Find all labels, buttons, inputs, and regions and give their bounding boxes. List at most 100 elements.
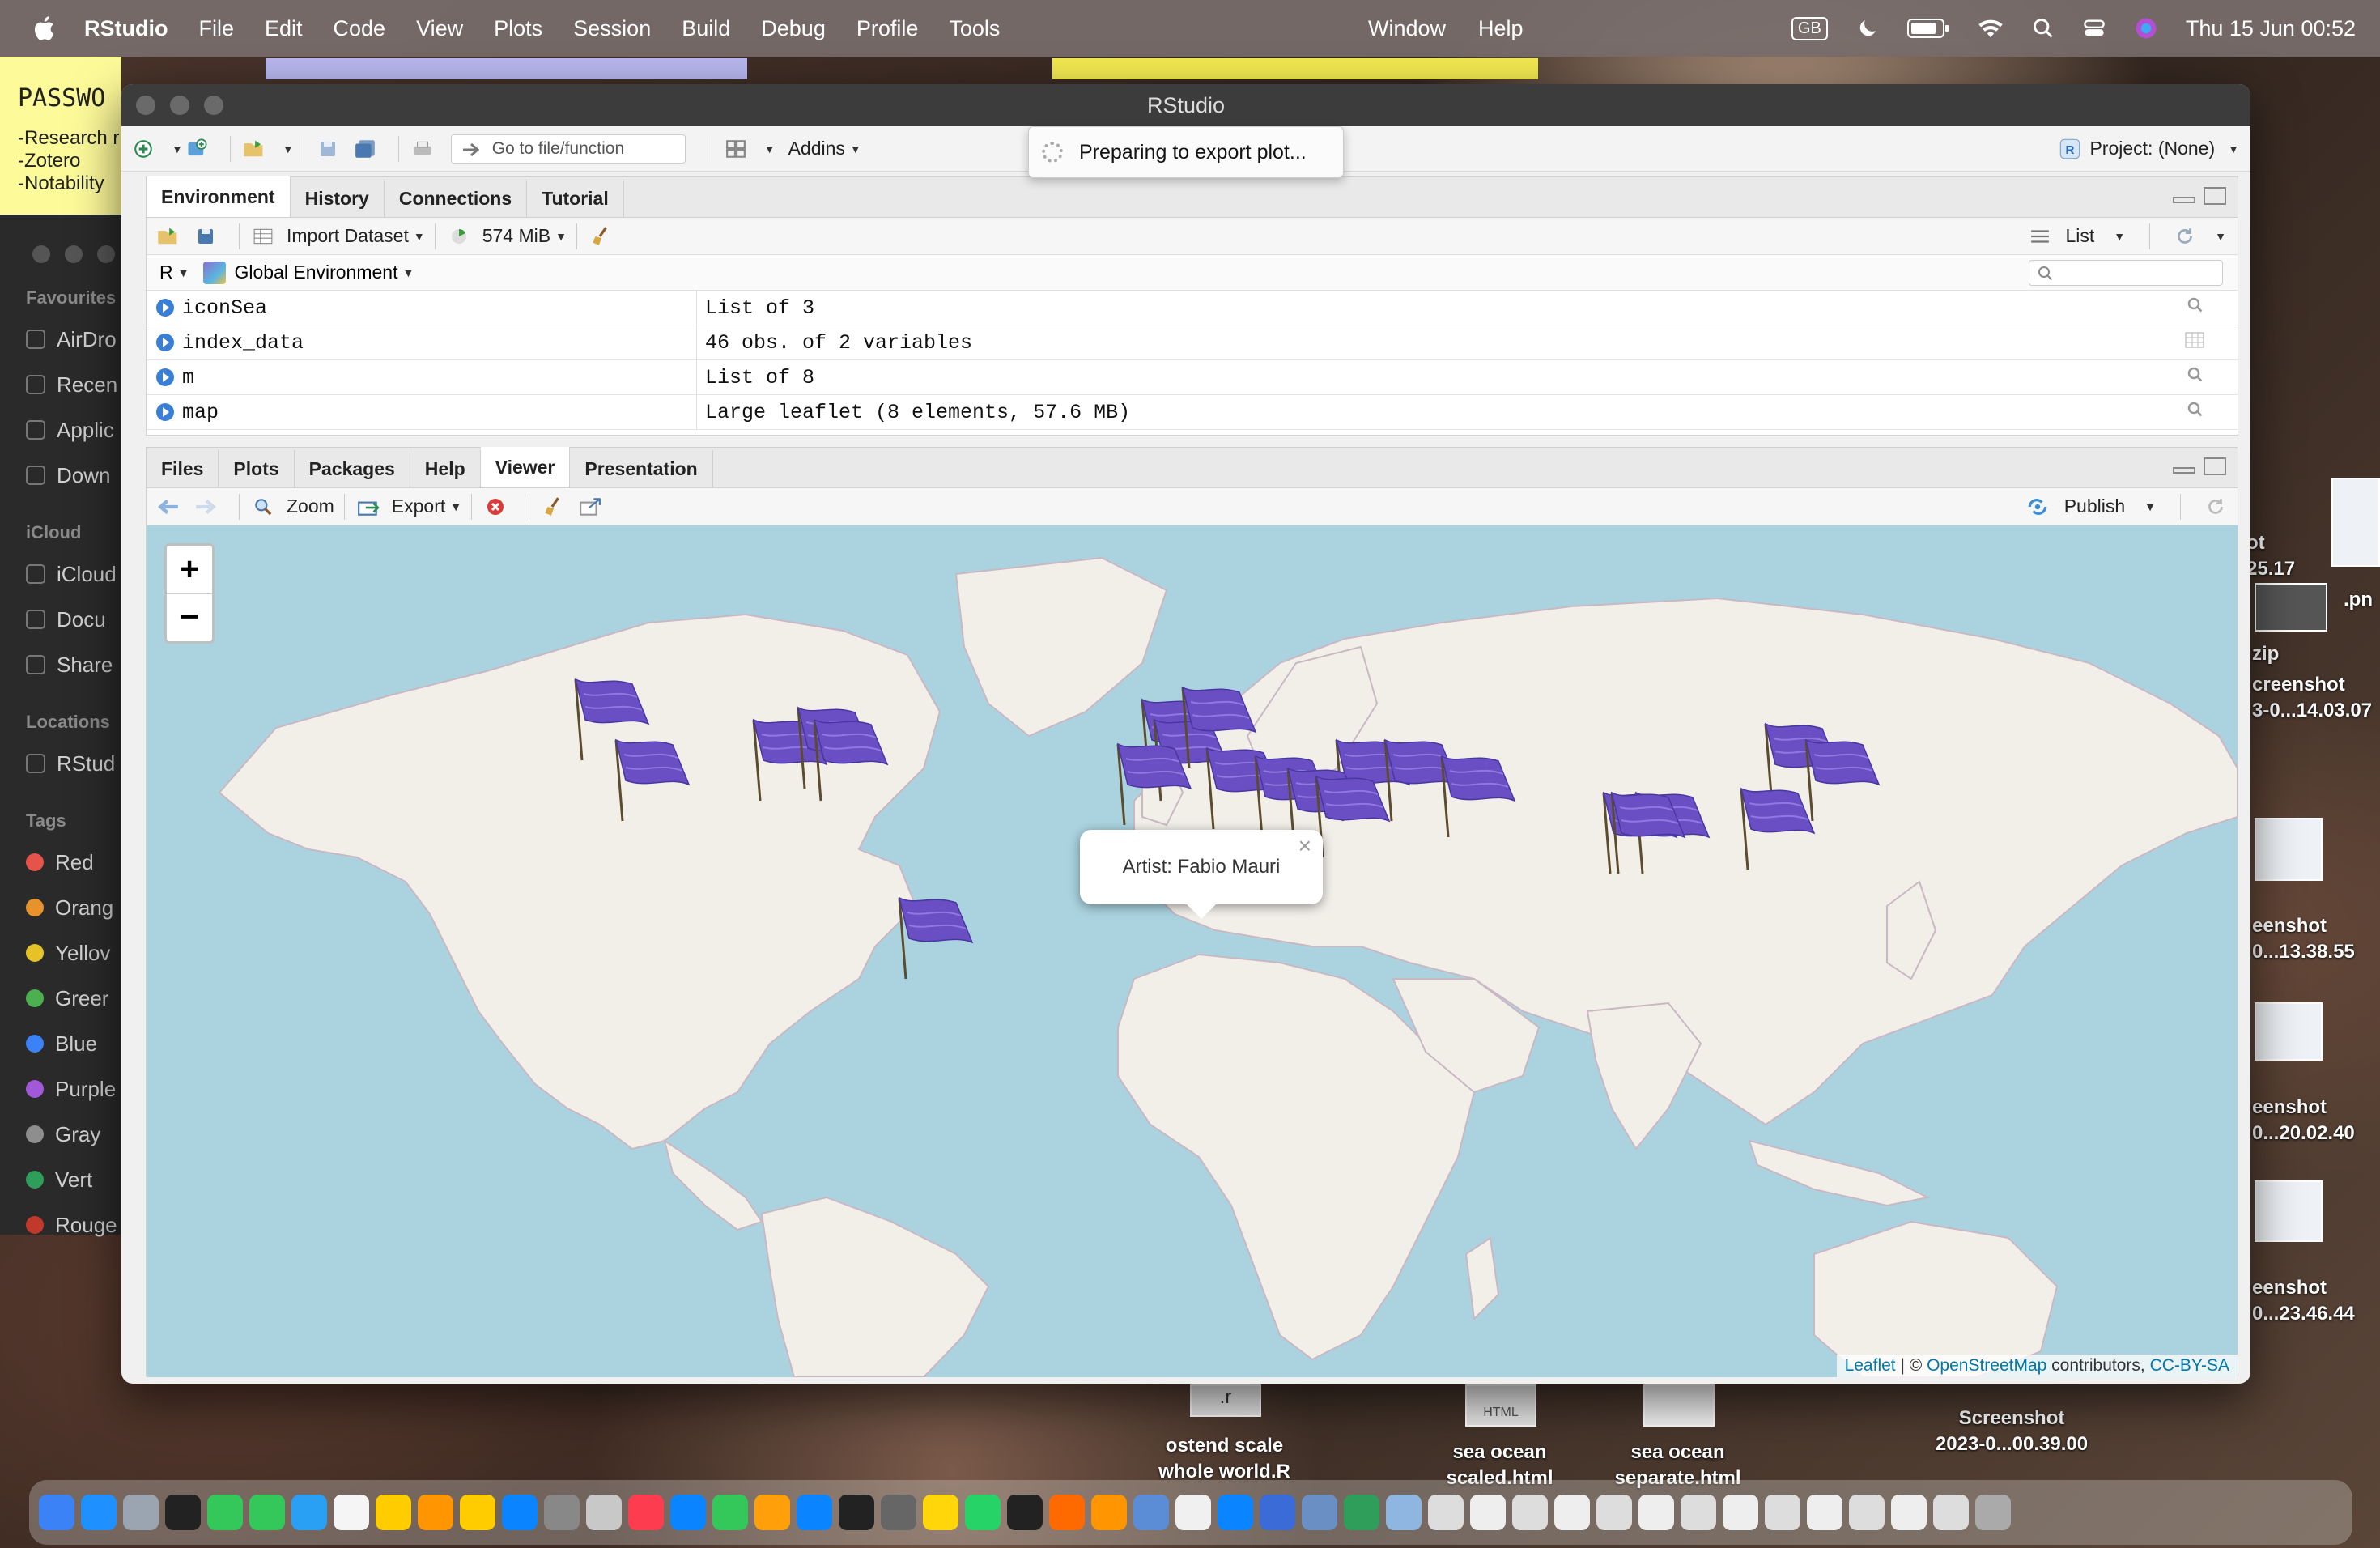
chevron-down-icon[interactable]: ▼ — [764, 142, 776, 155]
dock-app-icon[interactable] — [797, 1495, 832, 1530]
magnifier-icon[interactable] — [2186, 296, 2205, 321]
dock-app-icon[interactable] — [376, 1495, 411, 1530]
zoom-icon[interactable] — [249, 495, 277, 519]
desktop-file-thumbnail[interactable] — [2255, 1002, 2323, 1061]
new-project-icon[interactable] — [183, 137, 210, 161]
chevron-down-icon[interactable]: ▼ — [450, 500, 461, 513]
finder-tag-item[interactable]: Greer — [26, 976, 121, 1021]
tab-tutorial[interactable]: Tutorial — [527, 180, 624, 217]
language-selector[interactable]: R — [159, 262, 173, 283]
tab-environment[interactable]: Environment — [147, 176, 291, 217]
menu-session[interactable]: Session — [573, 16, 651, 41]
dock-app-icon[interactable] — [1849, 1495, 1885, 1530]
finder-tag-item[interactable]: Purple — [26, 1066, 121, 1112]
zoom-button[interactable]: Zoom — [287, 495, 334, 517]
apple-icon[interactable] — [31, 14, 60, 43]
dock-app-icon[interactable] — [1302, 1495, 1337, 1530]
dock-app-icon[interactable] — [1091, 1495, 1127, 1530]
dock-app-icon[interactable] — [1891, 1495, 1927, 1530]
dock-app-icon[interactable] — [586, 1495, 622, 1530]
menu-file[interactable]: File — [198, 16, 234, 41]
dock-app-icon[interactable] — [544, 1495, 580, 1530]
html-file-icon[interactable] — [1643, 1384, 1715, 1427]
dock-app-icon[interactable] — [1681, 1495, 1716, 1530]
desktop-file-thumbnail[interactable] — [2255, 818, 2323, 881]
dock-app-icon[interactable] — [39, 1495, 74, 1530]
desktop-file-label[interactable]: eenshot 0...20.02.40 — [2252, 1095, 2380, 1146]
desktop-file-thumbnail[interactable] — [2255, 1180, 2323, 1242]
input-source-indicator[interactable]: GB — [1791, 16, 1828, 40]
dock-app-icon[interactable] — [1933, 1495, 1969, 1530]
import-dataset-button[interactable]: Import Dataset — [287, 225, 409, 247]
openstreetmap-link[interactable]: OpenStreetMap — [1927, 1356, 2046, 1375]
dock-app-icon[interactable] — [123, 1495, 159, 1530]
chevron-down-icon[interactable]: ▼ — [2215, 230, 2226, 243]
dock-app-icon[interactable] — [291, 1495, 327, 1530]
import-dataset-icon[interactable] — [249, 224, 277, 249]
dock-app-icon[interactable] — [965, 1495, 1001, 1530]
dock-app-icon[interactable] — [1470, 1495, 1506, 1530]
chevron-down-icon[interactable]: ▼ — [850, 142, 861, 155]
table-row[interactable]: map Large leaflet (8 elements, 57.6 MB) — [147, 395, 2238, 430]
memory-usage-label[interactable]: 574 MiB — [482, 225, 550, 247]
dock-app-icon[interactable] — [1765, 1495, 1800, 1530]
export-menu[interactable]: Export — [392, 495, 445, 517]
project-menu[interactable]: R Project: (None) ▼ — [2059, 138, 2239, 160]
dock-app-icon[interactable] — [712, 1495, 748, 1530]
sticky-note[interactable]: PASSWO -Research r -Zotero -Notability — [0, 57, 121, 219]
dock-app-icon[interactable] — [207, 1495, 243, 1530]
popout-window-icon[interactable] — [576, 495, 604, 519]
battery-icon[interactable] — [1906, 17, 1949, 40]
finder-item[interactable]: RStud — [26, 741, 121, 786]
dock-app-icon[interactable] — [1596, 1495, 1632, 1530]
dock-app-icon[interactable] — [1554, 1495, 1590, 1530]
finder-item[interactable]: Down — [26, 453, 121, 498]
world-map-tiles[interactable] — [147, 525, 2238, 1377]
tab-history[interactable]: History — [291, 180, 385, 217]
desktop-file-thumbnail[interactable] — [2255, 583, 2327, 632]
list-icon[interactable] — [2029, 228, 2051, 245]
table-view-icon[interactable] — [2184, 331, 2205, 355]
chevron-down-icon[interactable]: ▼ — [2144, 500, 2156, 513]
desktop-file-label[interactable]: eenshot 0...13.38.55 — [2252, 913, 2380, 965]
refresh-icon[interactable] — [2205, 496, 2226, 517]
expand-arrow-icon[interactable] — [156, 368, 174, 386]
tab-help[interactable]: Help — [410, 450, 481, 487]
dock-app-icon[interactable] — [502, 1495, 538, 1530]
minimize-pane-button[interactable] — [2173, 197, 2195, 203]
tab-packages[interactable]: Packages — [295, 450, 410, 487]
table-row[interactable]: m List of 8 — [147, 360, 2238, 395]
dock-app-icon[interactable] — [460, 1495, 495, 1530]
moon-icon[interactable] — [1855, 16, 1880, 40]
new-file-icon[interactable] — [130, 137, 157, 161]
dock-app-icon[interactable] — [628, 1495, 664, 1530]
expand-arrow-icon[interactable] — [156, 334, 174, 351]
dock-app-icon[interactable] — [81, 1495, 117, 1530]
back-arrow-icon[interactable] — [155, 495, 182, 519]
magnifier-icon[interactable] — [2186, 400, 2205, 425]
dock-app-icon[interactable] — [1049, 1495, 1085, 1530]
dock-app-icon[interactable] — [1975, 1495, 2011, 1530]
open-file-icon[interactable] — [240, 137, 268, 161]
dock-app-icon[interactable] — [249, 1495, 285, 1530]
menu-app-name[interactable]: RStudio — [84, 16, 168, 41]
table-row[interactable]: index_data 46 obs. of 2 variables — [147, 325, 2238, 360]
publish-icon[interactable] — [2025, 496, 2050, 517]
r-file-icon[interactable]: .r — [1190, 1384, 1261, 1417]
finder-tag-item[interactable]: Blue — [26, 1021, 121, 1066]
dock-app-icon[interactable] — [1218, 1495, 1253, 1530]
finder-tag-item[interactable]: Rouge — [26, 1202, 121, 1248]
menu-window[interactable]: Window — [1368, 16, 1446, 41]
menu-view[interactable]: View — [416, 16, 463, 41]
broom-icon[interactable] — [539, 495, 567, 519]
desktop-file-label[interactable]: eenshot 0...23.46.44 — [2252, 1275, 2380, 1327]
chevron-down-icon[interactable]: ▼ — [172, 142, 183, 155]
zoom-in-button[interactable]: + — [167, 546, 212, 594]
remove-viewer-icon[interactable] — [482, 495, 509, 519]
finder-tag-item[interactable]: Yellov — [26, 930, 121, 976]
dock-app-icon[interactable] — [670, 1495, 706, 1530]
refresh-icon[interactable] — [2174, 226, 2195, 247]
dock-app-icon[interactable] — [1428, 1495, 1464, 1530]
export-icon[interactable] — [355, 495, 382, 519]
dock-app-icon[interactable] — [1344, 1495, 1379, 1530]
